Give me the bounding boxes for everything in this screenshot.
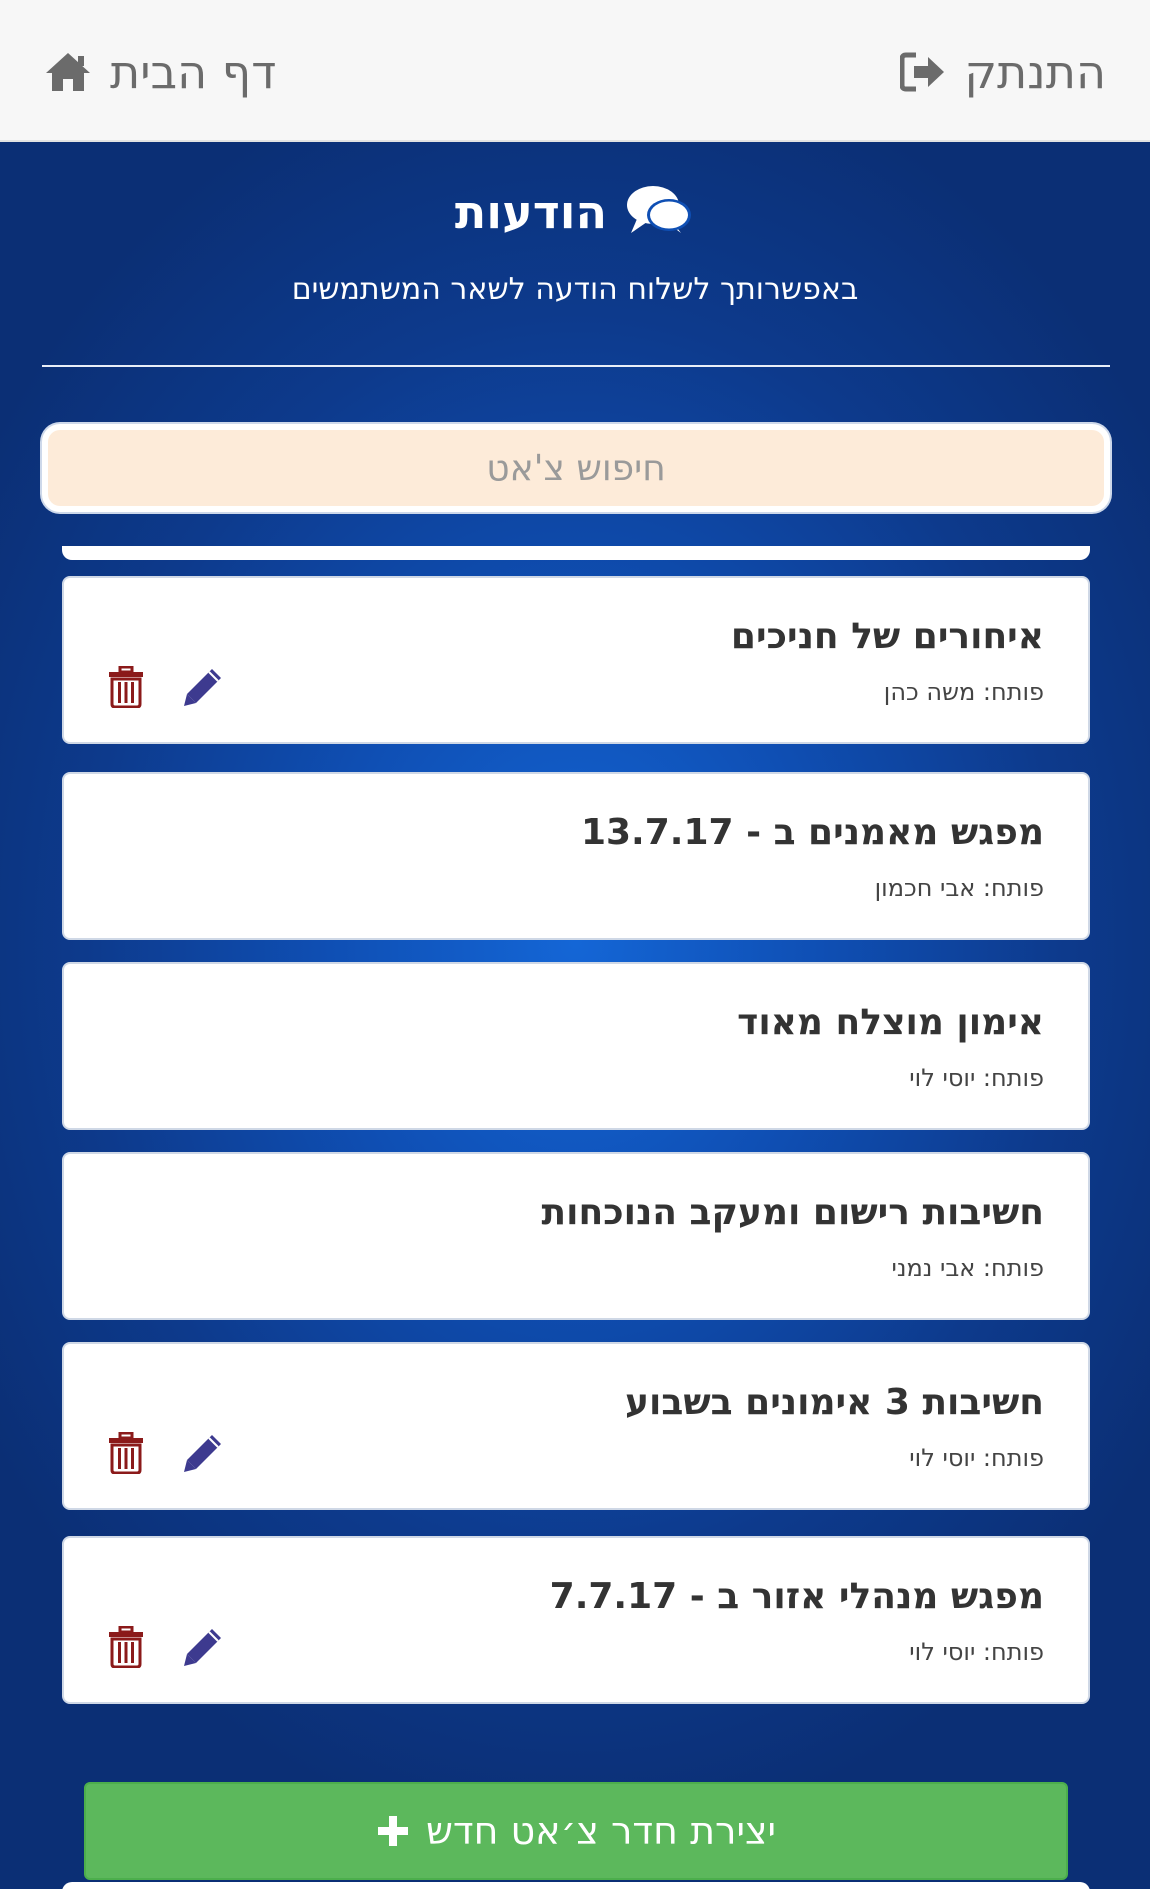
page-subtitle: באפשרותך לשלוח הודעה לשאר המשתמשים bbox=[291, 272, 859, 307]
messages-panel: הודעות באפשרותך לשלוח הודעה לשאר המשתמשי… bbox=[0, 142, 1150, 1889]
chat-card[interactable]: מפגש מנהלי אזור ב - 7.7.17 פותח: יוסי לוי bbox=[62, 1536, 1090, 1704]
chat-title: מפגש מאמנים ב - 13.7.17 bbox=[580, 812, 1044, 853]
page-header: הודעות bbox=[0, 172, 1150, 252]
chat-actions bbox=[108, 666, 224, 708]
trash-icon[interactable] bbox=[108, 1626, 144, 1668]
chat-card[interactable]: אימון מוצלח מאוד פותח: יוסי לוי bbox=[62, 962, 1090, 1130]
sign-out-icon bbox=[900, 52, 945, 92]
divider bbox=[42, 365, 1110, 367]
list-item-partial bbox=[62, 1882, 1090, 1889]
chat-title: חשיבות 3 אימונים בשבוע bbox=[625, 1382, 1044, 1423]
pencil-icon[interactable] bbox=[182, 1626, 224, 1668]
logout-label: התנתק bbox=[964, 45, 1106, 99]
list-item-partial bbox=[62, 546, 1090, 560]
pencil-icon[interactable] bbox=[182, 666, 224, 708]
chat-card[interactable]: מפגש מאמנים ב - 13.7.17 פותח: אבי חכמון bbox=[62, 772, 1090, 940]
new-chat-label: יצירת חדר צ׳אט חדש bbox=[425, 1809, 777, 1853]
chat-opener: פותח: יוסי לוי bbox=[909, 1638, 1044, 1666]
chat-title: חשיבות רישום ומעקב הנוכחות bbox=[541, 1192, 1044, 1233]
chat-opener: פותח: אבי חכמון bbox=[874, 874, 1044, 902]
comments-icon bbox=[627, 186, 692, 233]
chat-title: איחורים של חניכים bbox=[730, 616, 1044, 657]
chat-card[interactable]: חשיבות רישום ומעקב הנוכחות פותח: אבי נמני bbox=[62, 1152, 1090, 1320]
chat-title: אימון מוצלח מאוד bbox=[737, 1002, 1044, 1043]
chat-opener: פותח: אבי נמני bbox=[891, 1254, 1045, 1282]
chat-card[interactable]: איחורים של חניכים פותח: משה כהן bbox=[62, 576, 1090, 744]
chat-actions bbox=[108, 1626, 224, 1668]
chat-list[interactable]: איחורים של חניכים פותח: משה כהן מפגש מאמני… bbox=[62, 546, 1090, 1889]
page-title: הודעות bbox=[454, 185, 608, 239]
chat-opener: פותח: יוסי לוי bbox=[909, 1064, 1044, 1092]
chat-opener: פותח: יוסי לוי bbox=[909, 1444, 1044, 1472]
new-chat-button[interactable]: יצירת חדר צ׳אט חדש bbox=[84, 1782, 1068, 1880]
home-link[interactable]: דף הבית bbox=[44, 40, 276, 104]
top-navbar: דף הבית התנתק bbox=[0, 0, 1150, 142]
chat-opener: פותח: משה כהן bbox=[883, 678, 1044, 706]
home-icon bbox=[46, 53, 90, 91]
trash-icon[interactable] bbox=[108, 1432, 144, 1474]
trash-icon[interactable] bbox=[108, 666, 144, 708]
chat-title: מפגש מנהלי אזור ב - 7.7.17 bbox=[549, 1576, 1044, 1617]
chat-search[interactable] bbox=[42, 424, 1110, 512]
home-label: דף הבית bbox=[110, 45, 277, 99]
logout-link[interactable]: התנתק bbox=[900, 40, 1106, 104]
chat-search-input[interactable] bbox=[48, 430, 1104, 506]
pencil-icon[interactable] bbox=[182, 1432, 224, 1474]
plus-icon bbox=[377, 1816, 408, 1846]
chat-card[interactable]: חשיבות 3 אימונים בשבוע פותח: יוסי לוי bbox=[62, 1342, 1090, 1510]
chat-actions bbox=[108, 1432, 224, 1474]
